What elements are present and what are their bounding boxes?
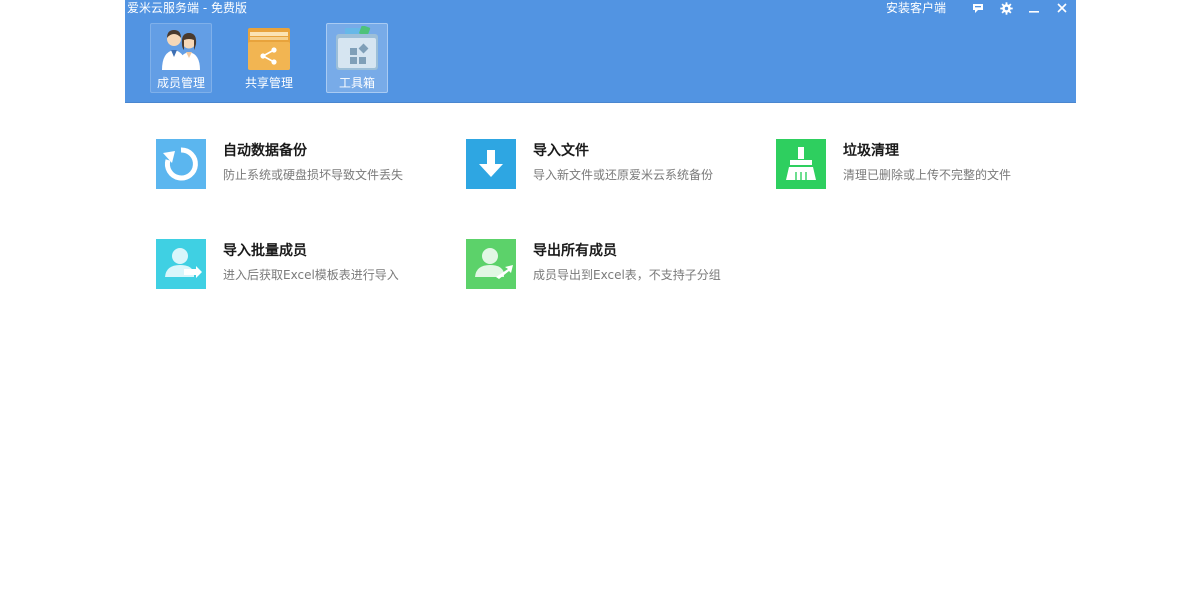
tool-export-all-members[interactable]: 导出所有成员 成员导出到Excel表，不支持子分组 (466, 239, 766, 291)
tool-import-files[interactable]: 导入文件 导入新文件或还原爱米云系统备份 (466, 139, 766, 191)
install-client-link[interactable]: 安装客户端 (886, 1, 946, 15)
import-members-icon (156, 239, 206, 289)
tool-title: 导入文件 (533, 143, 589, 159)
minimize-button[interactable] (1020, 0, 1048, 16)
tool-description: 防止系统或硬盘损坏导致文件丢失 (223, 168, 404, 182)
toolbox-icon (336, 26, 378, 70)
window-title: 爱米云服务端 - 免费版 (127, 1, 247, 15)
shared-folder-icon (248, 28, 290, 70)
close-button[interactable] (1048, 0, 1076, 16)
export-members-icon (466, 239, 516, 289)
tool-description: 清理已删除或上传不完整的文件 (843, 168, 1012, 182)
nav-label-toolbox: 工具箱 (338, 76, 375, 90)
backup-refresh-icon (156, 139, 206, 189)
broom-icon (776, 139, 826, 189)
app-window: 爱米云服务端 - 免费版 安装客户端 成员管理 共享管理 工具箱 自动数据备份 … (125, 0, 1076, 600)
title-bar-controls: 安装客户端 (886, 0, 1076, 16)
header-bar: 爱米云服务端 - 免费版 安装客户端 成员管理 共享管理 工具箱 (125, 0, 1076, 103)
download-arrow-icon (466, 139, 516, 189)
tool-import-batch-members[interactable]: 导入批量成员 进入后获取Excel模板表进行导入 (156, 239, 456, 291)
tool-title: 导出所有成员 (533, 243, 617, 259)
tool-description: 成员导出到Excel表，不支持子分组 (533, 268, 721, 282)
tool-description: 导入新文件或还原爱米云系统备份 (533, 168, 714, 182)
gear-icon (999, 1, 1013, 15)
chat-bubble-icon (973, 3, 983, 13)
nav-label-members: 成员管理 (156, 76, 205, 90)
tool-title: 自动数据备份 (223, 143, 307, 159)
settings-button[interactable] (992, 0, 1020, 16)
tool-description: 进入后获取Excel模板表进行导入 (223, 268, 399, 282)
tool-title: 导入批量成员 (223, 243, 307, 259)
close-icon (1057, 3, 1067, 13)
toolbox-panel: 自动数据备份 防止系统或硬盘损坏导致文件丢失 导入文件 导入新文件或还原爱米云系… (125, 103, 1076, 600)
feedback-button[interactable] (964, 0, 992, 16)
nav-member-management[interactable]: 成员管理 (150, 23, 212, 93)
tool-garbage-cleanup[interactable]: 垃圾清理 清理已删除或上传不完整的文件 (776, 139, 1076, 191)
tool-title: 垃圾清理 (843, 143, 899, 159)
nav-share-management[interactable]: 共享管理 (238, 23, 300, 93)
main-nav: 成员管理 共享管理 工具箱 (150, 23, 414, 93)
nav-label-share: 共享管理 (244, 76, 293, 90)
people-icon (162, 30, 200, 70)
minimize-icon (1029, 11, 1039, 13)
nav-toolbox[interactable]: 工具箱 (326, 23, 388, 93)
tool-auto-backup[interactable]: 自动数据备份 防止系统或硬盘损坏导致文件丢失 (156, 139, 456, 191)
